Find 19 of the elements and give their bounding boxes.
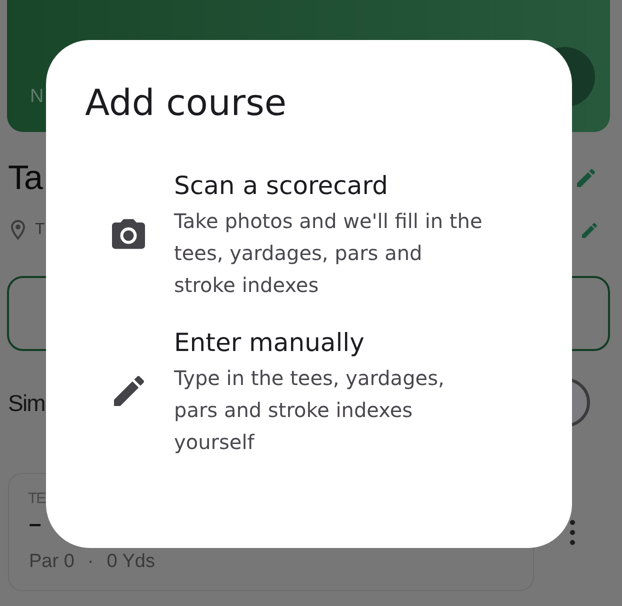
option-title[interactable]: Scan a scorecard [174,170,388,202]
option-description: Take photos and we'll fill in the tees, yardages, pars and stroke indexes [174,208,484,299]
separator-dot: · [87,550,94,574]
dialog-title: Add course [85,82,286,126]
option-description: Type in the tees, yardages, pars and stroke indexes yourself [174,365,446,456]
pencil-icon[interactable] [114,376,144,406]
more-icon[interactable] [570,520,575,544]
course-title: Ta [8,158,42,198]
setting-label: Sim [8,388,45,416]
course-location: T [35,220,45,240]
location-pin-icon [11,220,25,240]
edit-icon[interactable] [582,222,597,238]
edit-icon[interactable] [577,169,595,187]
yards-text: 0 Yds [106,550,155,574]
option-title[interactable]: Enter manually [174,327,364,359]
camera-icon [112,218,145,248]
tee-name: – [29,510,42,538]
header-label: N [30,86,44,108]
par-text: Par 0 [29,550,74,574]
